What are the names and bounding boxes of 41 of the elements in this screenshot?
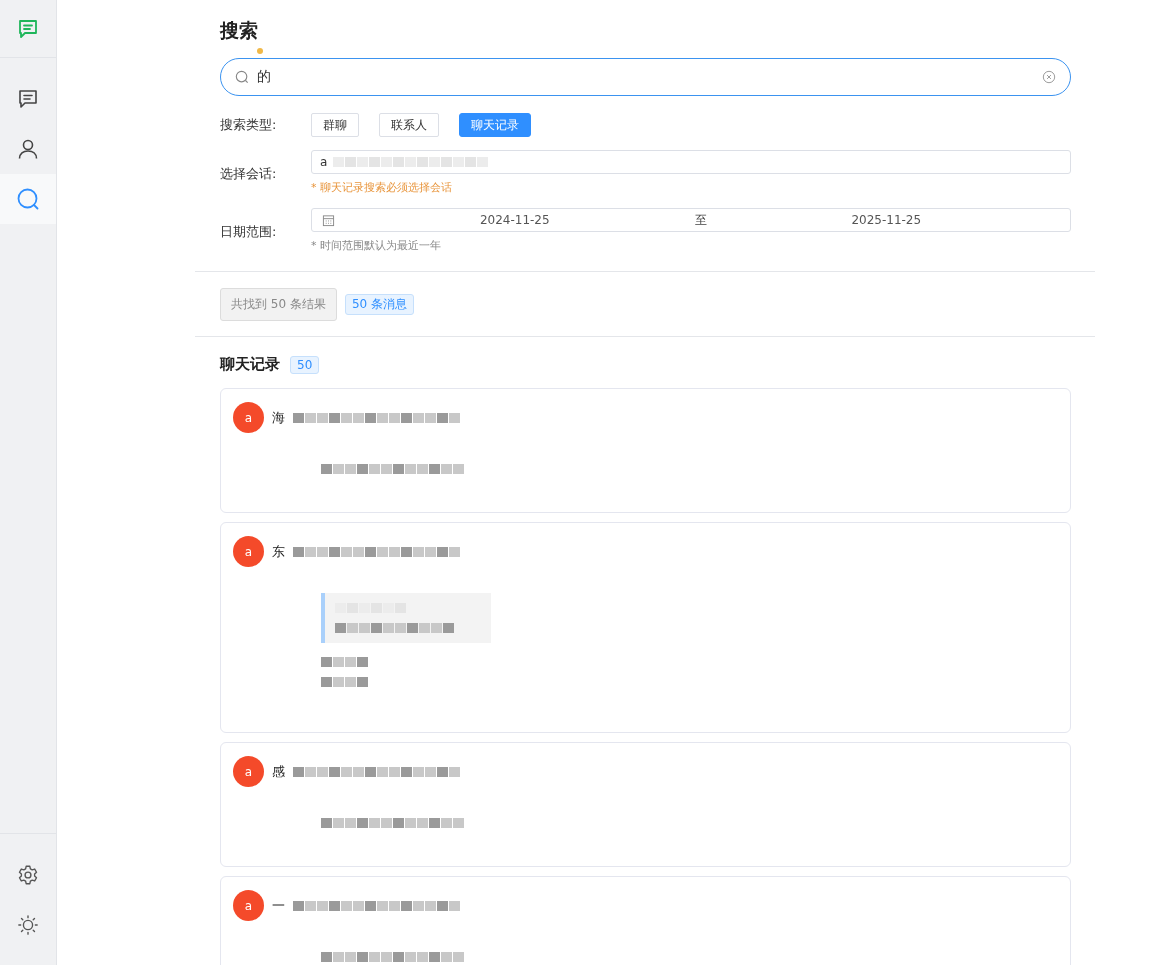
avatar: a [233, 756, 264, 787]
calendar-icon [322, 213, 335, 227]
result-card[interactable]: a 一 [220, 876, 1071, 965]
hint-text: * 聊天记录搜索必须选择会话 [311, 180, 453, 195]
date-range-field[interactable]: 2024-11-25 至 2025-11-25 [311, 208, 1071, 232]
field-label: 搜索类型: [220, 116, 278, 134]
indicator-dot [257, 48, 263, 54]
end-date: 2025-11-25 [850, 213, 923, 227]
page-title: 搜索 [220, 18, 259, 43]
chat-icon [16, 87, 40, 111]
start-date: 2024-11-25 [478, 213, 551, 227]
session-value: a [320, 155, 328, 169]
message-count-tag: 50 条消息 [344, 294, 414, 315]
person-icon [16, 137, 40, 161]
hint-text: * 时间范围默认为最近一年 [311, 238, 442, 253]
avatar: a [233, 890, 264, 921]
result-card[interactable]: a 感 [220, 742, 1071, 867]
field-label: 选择会话: [220, 165, 278, 183]
sender-name: 一 [272, 896, 285, 915]
redacted-text [321, 675, 369, 689]
type-tab[interactable]: 群聊 [311, 113, 359, 137]
field-label: 日期范围: [220, 223, 278, 241]
clear-icon[interactable] [1042, 70, 1056, 84]
sender-name: 海 [272, 408, 285, 427]
sidebar-item[interactable] [0, 174, 56, 224]
search-icon [235, 70, 249, 84]
result-card[interactable]: a 东 [220, 522, 1071, 733]
sender-name: 东 [272, 542, 285, 561]
settings-icon [17, 864, 39, 886]
avatar: a [233, 536, 264, 567]
count-badge: 50 [290, 355, 320, 374]
avatar: a [233, 402, 264, 433]
section-title: 聊天记录 [220, 355, 280, 374]
sun-icon [17, 914, 39, 936]
range-separator: 至 [694, 211, 707, 229]
sender-name: 感 [272, 762, 285, 781]
type-tab[interactable]: 联系人 [379, 113, 439, 137]
search-icon [16, 187, 40, 211]
session-field[interactable]: a [311, 150, 1071, 174]
result-card[interactable]: a 海 [220, 388, 1071, 513]
search-query: 的 [257, 68, 272, 86]
